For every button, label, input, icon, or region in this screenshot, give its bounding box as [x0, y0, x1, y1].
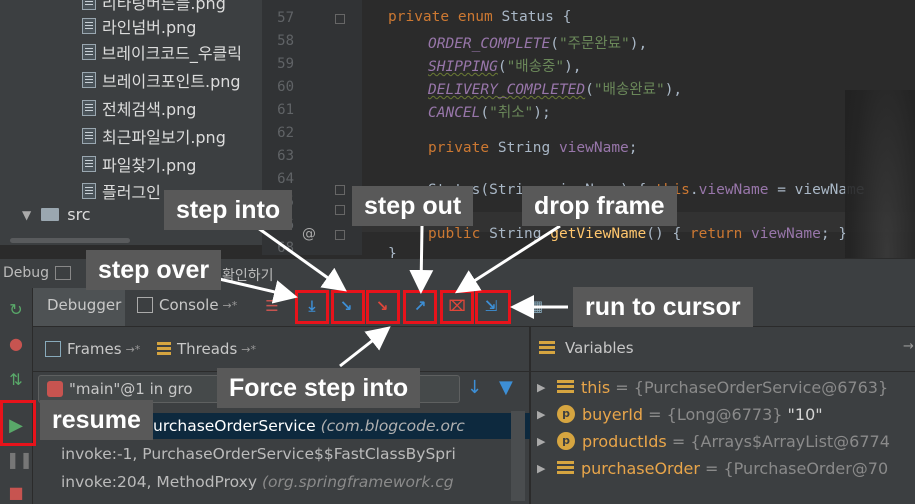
- arrow-force-step-into: [339, 326, 391, 368]
- callout-step-into: step into: [164, 190, 293, 230]
- arrow-step-into: [257, 226, 347, 292]
- arrow-step-out: [409, 225, 434, 294]
- callout-resume: resume: [40, 400, 153, 440]
- arrow-step-over: [214, 276, 298, 304]
- callout-step-out: step out: [352, 186, 474, 226]
- arrow-drop-frame: [454, 224, 561, 294]
- callout-step-over: step over: [86, 250, 222, 290]
- callout-run-to-cursor: run to cursor: [573, 287, 753, 327]
- callout-drop-frame: drop frame: [522, 186, 677, 226]
- callout-force-step-into: Force step into: [217, 368, 421, 408]
